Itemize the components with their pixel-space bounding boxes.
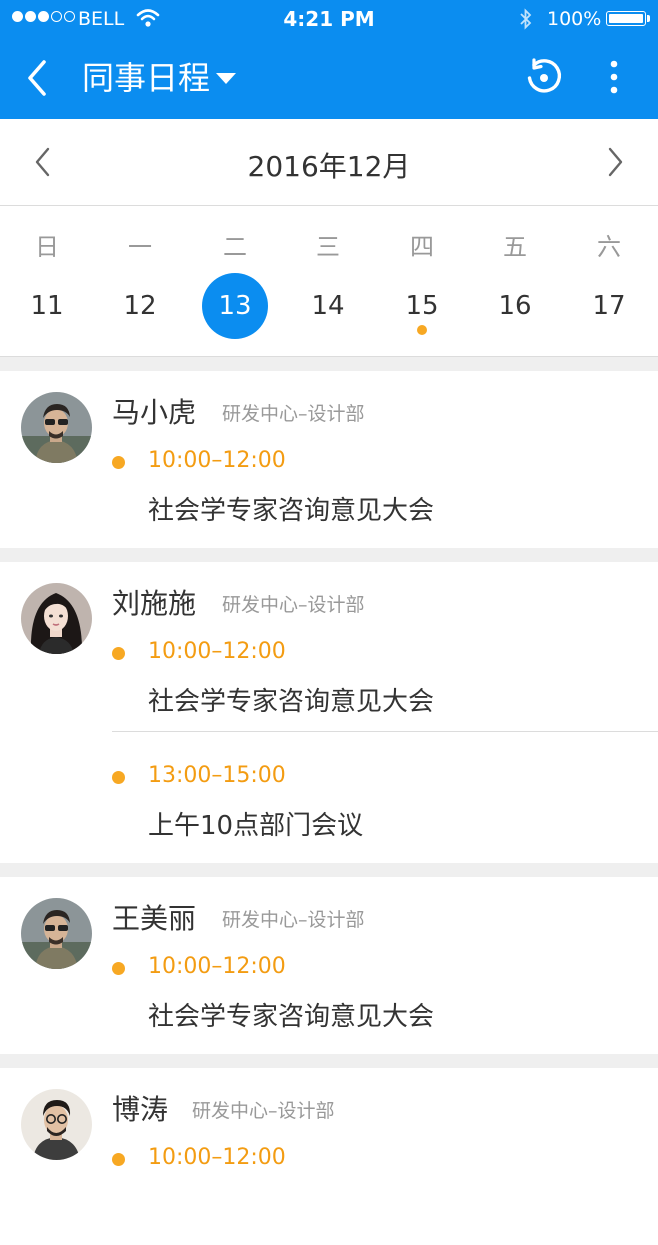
weekday-label: 六 (597, 233, 621, 261)
event-time-dot (112, 771, 125, 784)
event-title[interactable]: 社会学专家咨询意见大会 (148, 681, 434, 718)
weekday-label: 三 (316, 233, 340, 261)
caret-down-icon[interactable] (216, 73, 236, 84)
more-options-icon[interactable] (600, 58, 628, 98)
event-time-dot (112, 962, 125, 975)
schedule-card[interactable]: 博涛 研发中心–设计部 10:00–12:00 (0, 1068, 658, 1245)
weekday-label: 二 (223, 233, 247, 261)
battery-icon (606, 11, 646, 26)
weekday-label: 五 (503, 233, 527, 261)
day-cell[interactable]: 16 (482, 273, 548, 339)
day-cell[interactable]: 12 (107, 273, 173, 339)
schedule-card[interactable]: 刘施施 研发中心–设计部 10:00–12:00 社会学专家咨询意见大会 13:00–1… (0, 562, 658, 863)
person-department: 研发中心–设计部 (222, 909, 365, 931)
avatar[interactable] (21, 898, 92, 969)
event-time: 10:00–12:00 (148, 448, 286, 473)
weekday-label: 日 (35, 233, 59, 261)
event-time-dot (112, 1153, 125, 1166)
next-month-icon[interactable] (600, 143, 630, 181)
event-title[interactable]: 社会学专家咨询意见大会 (148, 996, 434, 1033)
calendar-divider (0, 356, 658, 357)
day-cell-selected[interactable]: 13 (202, 273, 268, 339)
avatar[interactable] (21, 392, 92, 463)
person-name: 博涛 (112, 1093, 169, 1126)
event-time-dot (112, 647, 125, 660)
event-divider (112, 731, 658, 732)
day-cell[interactable]: 17 (576, 273, 642, 339)
battery-cap (647, 15, 650, 22)
person-name: 王美丽 (112, 902, 197, 935)
refresh-icon[interactable] (524, 58, 564, 98)
bluetooth-icon (520, 8, 532, 30)
person-department: 研发中心–设计部 (222, 594, 365, 616)
month-label: 2016年12月 (247, 150, 411, 183)
event-title[interactable]: 社会学专家咨询意见大会 (148, 490, 434, 527)
event-time-dot (112, 456, 125, 469)
event-time: 10:00–12:00 (148, 639, 286, 664)
day-cell[interactable]: 14 (295, 273, 361, 339)
avatar[interactable] (21, 1089, 92, 1160)
top-bar: BELL 4:21 PM 100% 同事日程 (0, 0, 658, 119)
battery-percent: 100% (547, 8, 602, 30)
month-navigator: 2016年12月 (0, 119, 658, 206)
person-department: 研发中心–设计部 (222, 403, 365, 425)
person-name: 刘施施 (112, 587, 197, 620)
event-indicator-dot (417, 325, 427, 335)
schedule-card[interactable]: 马小虎 研发中心–设计部 10:00–12:00 社会学专家咨询意见大会 (0, 371, 658, 548)
event-time: 10:00–12:00 (148, 1145, 286, 1170)
page-title[interactable]: 同事日程 (82, 58, 210, 98)
weekday-label: 四 (410, 233, 434, 261)
person-name: 马小虎 (112, 396, 197, 429)
event-time: 10:00–12:00 (148, 954, 286, 979)
back-icon[interactable] (22, 56, 56, 100)
weekday-label: 一 (128, 233, 152, 261)
event-time: 13:00–15:00 (148, 763, 286, 788)
event-title[interactable]: 上午10点部门会议 (148, 805, 363, 842)
day-cell[interactable]: 11 (14, 273, 80, 339)
schedule-card[interactable]: 王美丽 研发中心–设计部 10:00–12:00 社会学专家咨询意见大会 (0, 877, 658, 1054)
person-department: 研发中心–设计部 (192, 1100, 335, 1122)
avatar[interactable] (21, 583, 92, 654)
status-bar: BELL 4:21 PM 100% (0, 0, 658, 38)
week-calendar: 2016年12月 日一二三四五六 11 12 13 14 15 16 17 (0, 119, 658, 357)
